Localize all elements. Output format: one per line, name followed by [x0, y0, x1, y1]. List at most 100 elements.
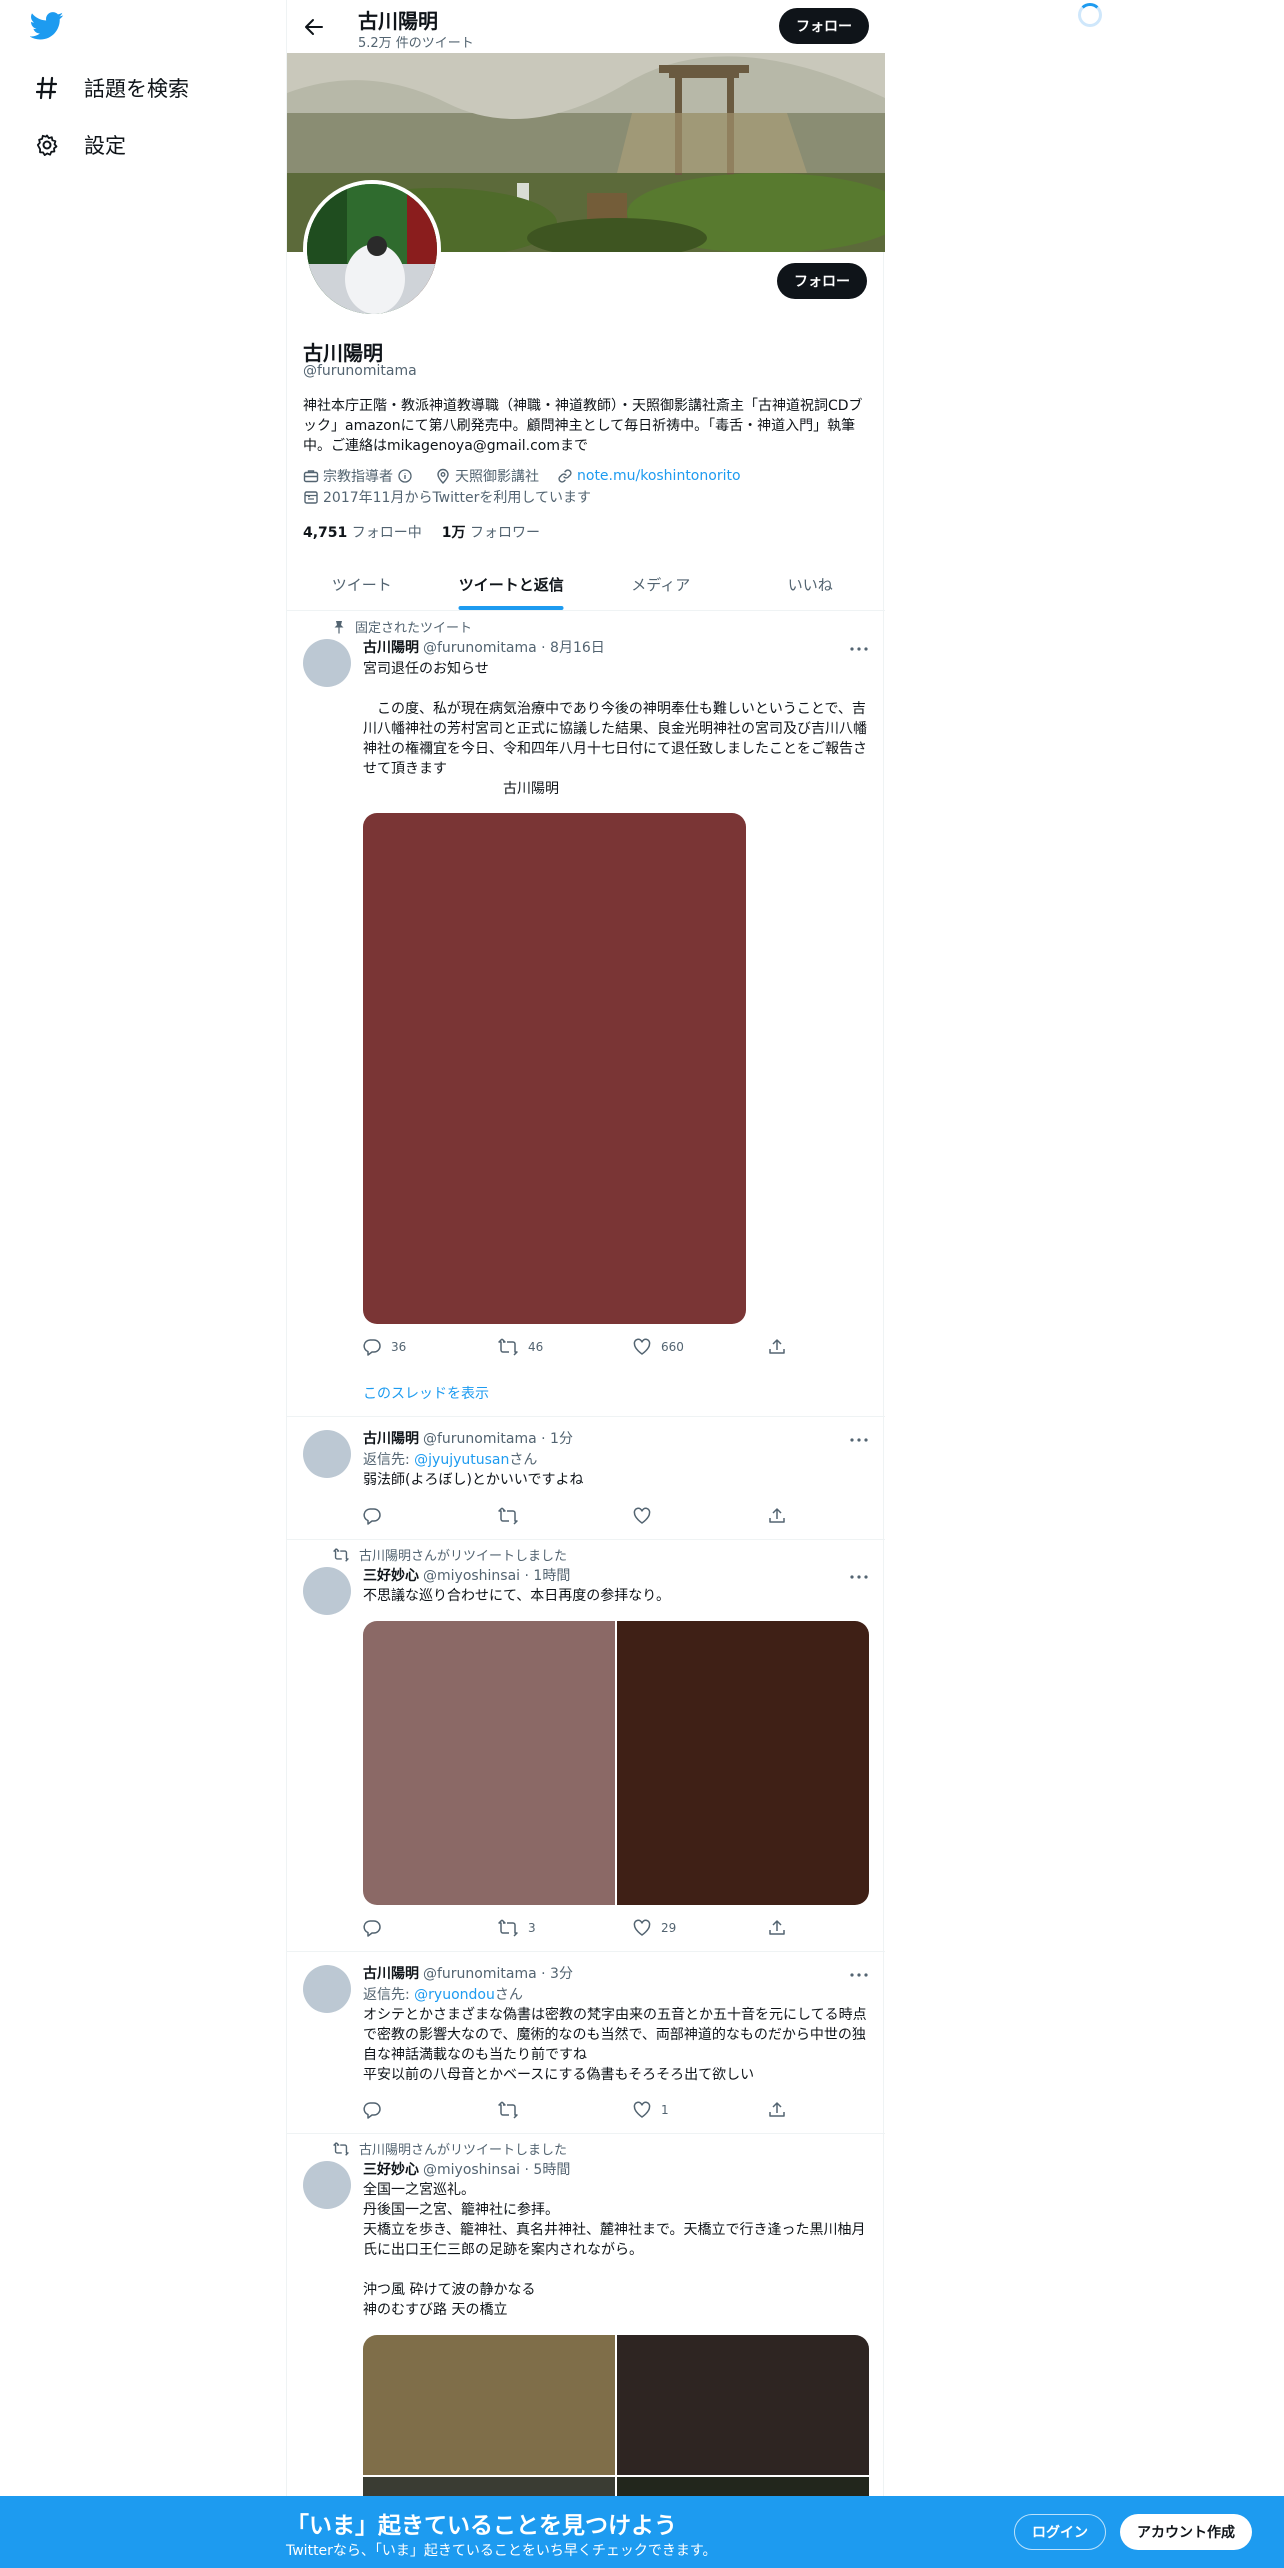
- social-context: 固定されたツイート: [355, 621, 473, 636]
- like-button[interactable]: 29: [633, 1918, 713, 1938]
- reply-button[interactable]: [363, 1918, 443, 1938]
- like-count: 1: [661, 2103, 669, 2117]
- tweet[interactable]: 古川陽明さんがリツイートしました 三好妙心 @miyoshinsai · 1時間 …: [287, 1541, 885, 1952]
- author-name[interactable]: 三好妙心: [363, 1568, 419, 1584]
- author-name[interactable]: 古川陽明: [363, 1966, 419, 1982]
- author-name[interactable]: 古川陽明: [363, 1431, 419, 1447]
- info-icon[interactable]: [397, 468, 413, 484]
- gear-icon: [34, 132, 60, 158]
- reply-icon: [363, 1508, 381, 1525]
- profile-avatar[interactable]: [303, 180, 441, 318]
- following-link[interactable]: 4,751 フォロー中: [303, 522, 422, 542]
- more-options-icon[interactable]: [849, 1430, 869, 1450]
- reply-icon: [363, 1339, 381, 1356]
- share-button[interactable]: [768, 2100, 788, 2120]
- author-handle-time[interactable]: @furunomitama · 3分: [423, 1966, 573, 1982]
- like-button[interactable]: 1: [633, 2100, 713, 2120]
- reply-to-link[interactable]: @ryuondou: [414, 1987, 495, 2003]
- author-handle-time[interactable]: @miyoshinsai · 5時間: [423, 2162, 570, 2178]
- retweet-button[interactable]: 46: [498, 1337, 578, 1357]
- reply-suffix: さん: [494, 1987, 523, 2003]
- tweet[interactable]: 古川陽明 @furunomitama · 1分 返信先: @jyujyutusan…: [287, 1418, 885, 1540]
- retweet-button[interactable]: [498, 1506, 578, 1526]
- tweet-image[interactable]: [617, 1621, 869, 1905]
- pinned-label: 固定されたツイート: [333, 617, 472, 636]
- reply-button[interactable]: [363, 2100, 443, 2120]
- reply-context: 返信先: @jyujyutusanさん: [363, 1449, 537, 1469]
- briefcase-icon: [303, 470, 319, 483]
- tweet-header: 古川陽明 @furunomitama · 3分: [363, 1963, 573, 1983]
- retweet-icon: [498, 1507, 518, 1525]
- share-button[interactable]: [768, 1337, 788, 1357]
- header-follow-button[interactable]: フォロー: [779, 8, 869, 44]
- avatar[interactable]: [303, 1430, 351, 1478]
- signup-banner: 「いま」起きていることを見つけよう Twitterなら、「いま」起きていることを…: [0, 2496, 1284, 2568]
- tab-media[interactable]: メディア: [586, 558, 736, 610]
- tweet[interactable]: 固定されたツイート 古川陽明 @furunomitama · 8月16日 宮司退任…: [287, 611, 885, 1417]
- sidebar-item-label: 話題を検索: [84, 77, 189, 101]
- signup-button[interactable]: アカウント作成: [1120, 2514, 1252, 2550]
- like-button[interactable]: 660: [633, 1337, 713, 1357]
- avatar-image: [307, 184, 437, 314]
- reply-count: 36: [391, 1340, 407, 1354]
- profile-link[interactable]: note.mu/koshintonorito: [577, 468, 741, 484]
- profile-joined: 2017年11月からTwitterを利用しています: [303, 487, 605, 507]
- heart-icon: [633, 1919, 651, 1936]
- reply-button[interactable]: 36: [363, 1337, 443, 1357]
- pin-icon: [334, 620, 344, 633]
- tweet-image[interactable]: [363, 2335, 615, 2475]
- share-button[interactable]: [768, 1506, 788, 1526]
- profile-handle: @furunomitama: [303, 363, 417, 379]
- retweet-icon: [498, 1338, 518, 1356]
- image-placeholder: [363, 813, 746, 1324]
- avatar[interactable]: [303, 1965, 351, 2013]
- twitter-logo-icon[interactable]: [29, 12, 66, 42]
- tab-likes[interactable]: いいね: [736, 558, 886, 610]
- retweet-context: 古川陽明さんがリツイートしました: [333, 2139, 567, 2158]
- back-arrow-icon[interactable]: [299, 12, 329, 42]
- avatar[interactable]: [303, 2161, 351, 2209]
- share-button[interactable]: [768, 1918, 788, 1938]
- like-button[interactable]: [633, 1506, 713, 1526]
- retweet-icon: [498, 2101, 518, 2119]
- author-handle-time[interactable]: @miyoshinsai · 1時間: [423, 1568, 570, 1584]
- retweet-button[interactable]: 3: [498, 1918, 578, 1938]
- social-context[interactable]: 古川陽明さんがリツイートしました: [359, 1545, 567, 1564]
- author-name[interactable]: 古川陽明: [363, 640, 419, 656]
- social-context[interactable]: 古川陽明さんがリツイートしました: [359, 2139, 567, 2158]
- more-options-icon[interactable]: [849, 639, 869, 659]
- followers-count: 1万: [441, 525, 466, 541]
- followers-link[interactable]: 1万 フォロワー: [442, 522, 540, 542]
- sidebar-item-explore[interactable]: 話題を検索: [34, 68, 189, 108]
- banner-title: 「いま」起きていることを見つけよう: [286, 2513, 677, 2539]
- like-count: 29: [661, 1921, 677, 1935]
- tweet[interactable]: 古川陽明 @furunomitama · 3分 返信先: @ryuondouさん …: [287, 1953, 885, 2134]
- location-pin-icon: [437, 468, 449, 484]
- heart-icon: [633, 1507, 651, 1524]
- avatar[interactable]: [303, 1567, 351, 1615]
- tweet-image[interactable]: [363, 813, 746, 1324]
- author-name[interactable]: 三好妙心: [363, 2162, 419, 2178]
- reply-icon: [363, 2102, 381, 2119]
- follow-button[interactable]: フォロー: [777, 263, 867, 299]
- login-button[interactable]: ログイン: [1014, 2514, 1106, 2550]
- tweet-image[interactable]: [617, 2335, 869, 2475]
- sidebar-item-settings[interactable]: 設定: [34, 125, 126, 165]
- tweet-image[interactable]: [363, 1621, 615, 1905]
- more-options-icon[interactable]: [849, 1965, 869, 1985]
- joined-label: 2017年11月からTwitterを利用しています: [323, 490, 591, 506]
- reply-button[interactable]: [363, 1506, 443, 1526]
- reply-to-link[interactable]: @jyujyutusan: [414, 1452, 509, 1468]
- profile-url[interactable]: note.mu/koshintonorito: [557, 468, 741, 484]
- retweet-button[interactable]: [498, 2100, 578, 2120]
- avatar[interactable]: [303, 639, 351, 687]
- show-thread-link[interactable]: このスレッドを表示: [363, 1383, 489, 1403]
- author-handle-time[interactable]: @furunomitama · 8月16日: [423, 640, 605, 656]
- author-handle-time[interactable]: @furunomitama · 1分: [423, 1431, 573, 1447]
- tab-tweets[interactable]: ツイート: [287, 558, 437, 610]
- loading-spinner-icon: [1078, 3, 1102, 27]
- tab-tweets-and-replies[interactable]: ツイートと返信: [437, 558, 587, 610]
- profile-location: 天照御影講社: [435, 466, 539, 486]
- more-options-icon[interactable]: [849, 1567, 869, 1587]
- following-label: フォロー中: [351, 525, 422, 541]
